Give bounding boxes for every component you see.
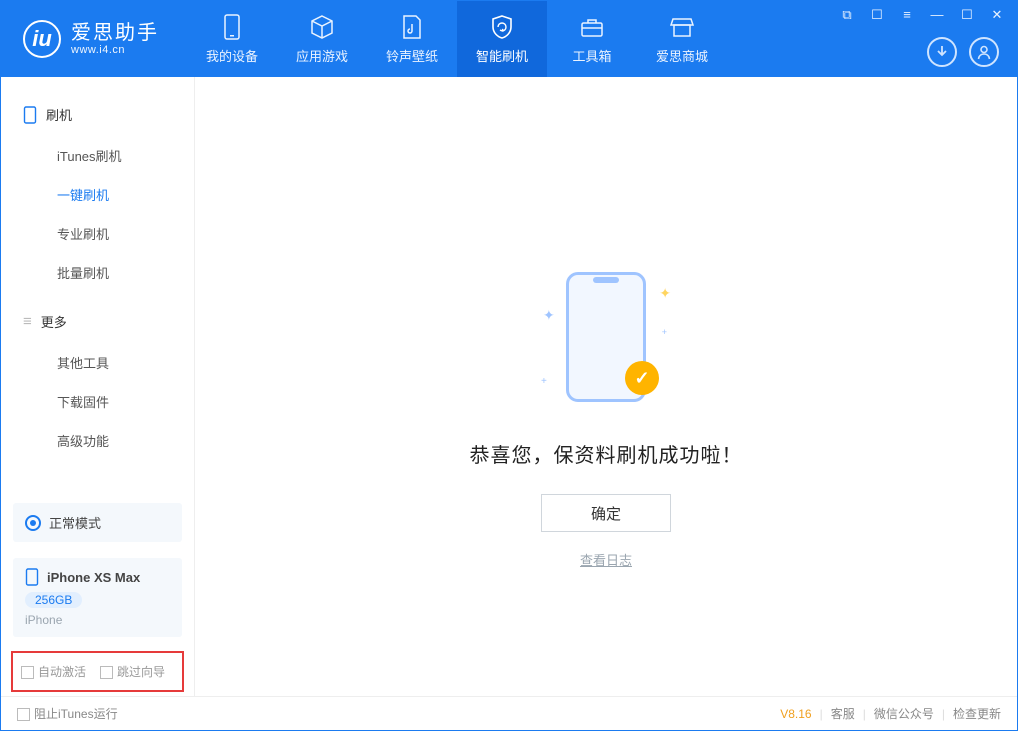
checkbox-auto-activate[interactable]: 自动激活 [21, 663, 86, 680]
app-url: www.i4.cn [71, 44, 159, 56]
sidebar-item-itunes-flash[interactable]: iTunes刷机 [1, 136, 194, 175]
tab-apps-games[interactable]: 应用游戏 [277, 1, 367, 77]
checkbox-skip-wizard[interactable]: 跳过向导 [100, 663, 165, 680]
menu-icon[interactable]: ≡ [897, 7, 917, 23]
app-window: iu 爱思助手 www.i4.cn 我的设备 应用游戏 [0, 0, 1018, 731]
device-info-card[interactable]: iPhone XS Max 256GB iPhone [13, 558, 182, 637]
device-name: iPhone XS Max [47, 570, 140, 585]
toolbox-icon [579, 14, 605, 40]
feedback-icon[interactable]: ☐ [867, 7, 887, 23]
phone-icon [219, 14, 245, 40]
minimize-button[interactable]: — [927, 7, 947, 23]
sidebar-item-other-tools[interactable]: 其他工具 [1, 343, 194, 382]
app-name: 爱思助手 [71, 22, 159, 44]
titlebar: iu 爱思助手 www.i4.cn 我的设备 应用游戏 [1, 1, 1017, 77]
wechat-link[interactable]: 微信公众号 [874, 705, 934, 722]
device-mode-label: 正常模式 [49, 513, 101, 532]
music-file-icon [399, 14, 425, 40]
nav-tabs: 我的设备 应用游戏 铃声壁纸 智能刷机 [187, 1, 727, 77]
sidebar-section-flash: 刷机 [1, 97, 194, 132]
highlighted-options-row: 自动激活 跳过向导 [11, 651, 184, 692]
phone-small-icon [23, 106, 37, 124]
support-link[interactable]: 客服 [831, 705, 855, 722]
list-icon: ≡ [23, 315, 32, 329]
main-content: ✦ ✦ + + ✓ 恭喜您，保资料刷机成功啦！ 确定 查看日志 [195, 77, 1017, 696]
cube-icon [309, 14, 335, 40]
download-icon[interactable] [927, 37, 957, 67]
success-message: 恭喜您，保资料刷机成功啦！ [470, 439, 743, 468]
tab-ringtones[interactable]: 铃声壁纸 [367, 1, 457, 77]
shirt-icon[interactable]: ⧉ [837, 7, 857, 23]
tab-my-device[interactable]: 我的设备 [187, 1, 277, 77]
sidebar-item-batch-flash[interactable]: 批量刷机 [1, 253, 194, 292]
shield-refresh-icon [489, 14, 515, 40]
statusbar: 阻止iTunes运行 V8.16 | 客服 | 微信公众号 | 检查更新 [1, 696, 1017, 730]
success-illustration: ✦ ✦ + + ✓ [541, 267, 671, 417]
tab-store[interactable]: 爱思商城 [637, 1, 727, 77]
device-type: iPhone [25, 613, 62, 627]
check-update-link[interactable]: 检查更新 [953, 705, 1001, 722]
user-icon[interactable] [969, 37, 999, 67]
store-icon [669, 14, 695, 40]
checkbox-block-itunes[interactable]: 阻止iTunes运行 [17, 705, 118, 722]
sidebar-item-onekey-flash[interactable]: 一键刷机 [1, 175, 194, 214]
sidebar-section-more: ≡ 更多 [1, 304, 194, 339]
tab-smart-flash[interactable]: 智能刷机 [457, 1, 547, 77]
sidebar: 刷机 iTunes刷机 一键刷机 专业刷机 批量刷机 ≡ 更多 其他工具 下载固… [1, 77, 195, 696]
tab-toolbox[interactable]: 工具箱 [547, 1, 637, 77]
device-phone-icon [25, 568, 39, 586]
window-controls: ⧉ ☐ ≡ — ☐ ✕ [837, 7, 1007, 23]
close-button[interactable]: ✕ [987, 7, 1007, 23]
device-capacity-badge: 256GB [25, 592, 82, 608]
mode-icon [25, 515, 41, 531]
sidebar-item-download-fw[interactable]: 下载固件 [1, 382, 194, 421]
view-log-link[interactable]: 查看日志 [580, 550, 632, 569]
check-icon: ✓ [625, 361, 659, 395]
maximize-button[interactable]: ☐ [957, 7, 977, 23]
version-label: V8.16 [780, 707, 811, 721]
sidebar-item-pro-flash[interactable]: 专业刷机 [1, 214, 194, 253]
sidebar-item-advanced[interactable]: 高级功能 [1, 421, 194, 460]
device-mode-card[interactable]: 正常模式 [13, 503, 182, 542]
app-logo: iu 爱思助手 www.i4.cn [1, 1, 177, 77]
ok-button[interactable]: 确定 [541, 494, 671, 532]
logo-icon: iu [23, 20, 61, 58]
